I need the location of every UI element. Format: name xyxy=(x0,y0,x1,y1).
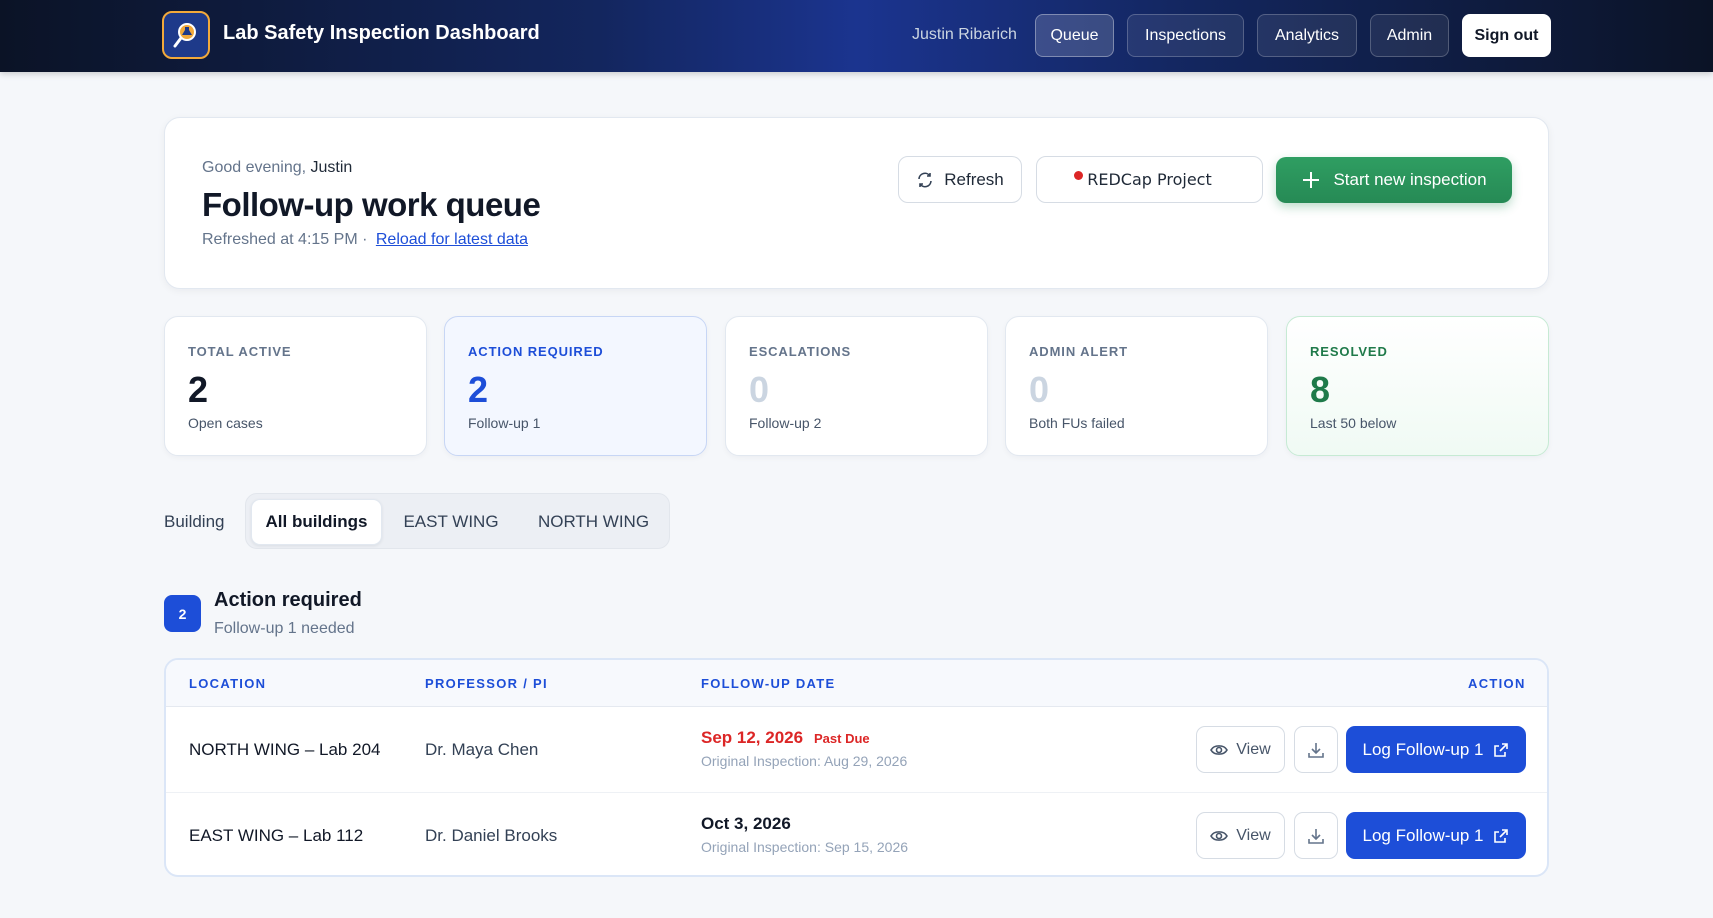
eye-icon xyxy=(1210,744,1229,755)
stat-subtext: Both FUs failed xyxy=(1029,415,1125,431)
table-row: EAST WING – Lab 112 Dr. Daniel Brooks Oc… xyxy=(166,792,1547,875)
filter-north-wing[interactable]: NORTH WING xyxy=(521,499,666,545)
table-row: NORTH WING – Lab 204 Dr. Maya Chen Sep 1… xyxy=(166,707,1547,792)
plus-icon xyxy=(1303,172,1320,188)
column-header-action: ACTION xyxy=(1468,676,1526,691)
redcap-project-button[interactable]: REDCap Project xyxy=(1036,156,1263,203)
nav-queue[interactable]: Queue xyxy=(1035,14,1114,57)
nav-inspections[interactable]: Inspections xyxy=(1127,14,1244,57)
building-filter-label: Building xyxy=(164,512,225,531)
column-header-pi: PROFESSOR / PI xyxy=(425,676,548,691)
refresh-status: Refreshed at 4:15 PM · Reload for latest… xyxy=(202,231,528,249)
top-navigation-bar: Lab Safety Inspection Dashboard Justin R… xyxy=(0,0,1713,72)
stat-escalations[interactable]: ESCALATIONS 0 Follow-up 2 xyxy=(725,316,988,456)
app-title: Lab Safety Inspection Dashboard xyxy=(223,22,540,44)
nav-admin[interactable]: Admin xyxy=(1370,14,1449,57)
view-label: View xyxy=(1236,826,1271,844)
stat-label: ACTION REQUIRED xyxy=(468,344,604,359)
location-cell: NORTH WING – Lab 204 xyxy=(189,740,381,759)
followup-date: Oct 3, 2026 xyxy=(701,814,791,833)
view-button[interactable]: View xyxy=(1196,726,1285,773)
queue-header-card: Good evening, Justin Follow-up work queu… xyxy=(164,117,1549,289)
greeting-prefix: Good evening, xyxy=(202,159,307,176)
log-followup-label: Log Follow-up 1 xyxy=(1362,739,1484,759)
refresh-label: Refresh xyxy=(944,169,1004,189)
stat-label: TOTAL ACTIVE xyxy=(188,344,292,359)
column-header-followup-date: FOLLOW-UP DATE xyxy=(701,676,836,691)
greeting-name: Justin xyxy=(310,159,353,176)
stat-label: ESCALATIONS xyxy=(749,344,852,359)
pi-cell: Dr. Maya Chen xyxy=(425,740,539,759)
flask-magnifier-icon[interactable] xyxy=(162,11,210,59)
start-new-inspection-button[interactable]: Start new inspection xyxy=(1276,157,1512,203)
view-button[interactable]: View xyxy=(1196,812,1285,859)
section-subtitle: Follow-up 1 needed xyxy=(214,620,355,637)
stat-resolved[interactable]: RESOLVED 8 Last 50 below xyxy=(1286,316,1549,456)
stat-subtext: Follow-up 2 xyxy=(749,415,822,431)
refresh-icon xyxy=(918,172,933,187)
building-filter: All buildings EAST WING NORTH WING xyxy=(245,493,670,549)
column-header-location: LOCATION xyxy=(189,676,267,691)
table-header: LOCATION PROFESSOR / PI FOLLOW-UP DATE A… xyxy=(166,660,1547,707)
stat-value: 0 xyxy=(1029,369,1050,410)
filter-all-buildings[interactable]: All buildings xyxy=(251,499,382,545)
action-required-table: LOCATION PROFESSOR / PI FOLLOW-UP DATE A… xyxy=(164,658,1549,877)
original-inspection-date: Original Inspection: Sep 15, 2026 xyxy=(701,839,909,855)
reload-link[interactable]: Reload for latest data xyxy=(376,231,528,248)
section-title: Action required xyxy=(214,589,362,611)
followup-date: Sep 12, 2026 xyxy=(701,728,804,747)
stat-value: 8 xyxy=(1310,369,1331,410)
section-count-badge: 2 xyxy=(164,595,201,632)
refreshed-text: Refreshed at 4:15 PM · xyxy=(202,231,368,248)
start-label: Start new inspection xyxy=(1333,170,1487,189)
stat-value: 2 xyxy=(468,369,489,410)
page-title: Follow-up work queue xyxy=(202,186,541,223)
eye-icon xyxy=(1210,830,1229,841)
stat-label: ADMIN ALERT xyxy=(1029,344,1128,359)
log-followup-button[interactable]: Log Follow-up 1 xyxy=(1346,812,1526,859)
stat-subtext: Open cases xyxy=(188,415,263,431)
external-link-icon xyxy=(1494,742,1509,757)
user-name: Justin Ribarich xyxy=(912,26,1017,43)
past-due-badge: Past Due xyxy=(814,731,870,746)
filter-east-wing[interactable]: EAST WING xyxy=(386,499,516,545)
stat-subtext: Follow-up 1 xyxy=(468,415,541,431)
redcap-logo-dot-icon xyxy=(1074,171,1083,180)
download-button[interactable] xyxy=(1294,812,1338,859)
log-followup-label: Log Follow-up 1 xyxy=(1362,825,1484,845)
external-link-icon xyxy=(1494,828,1509,843)
sign-out-button[interactable]: Sign out xyxy=(1462,14,1551,57)
stat-admin-alert[interactable]: ADMIN ALERT 0 Both FUs failed xyxy=(1005,316,1268,456)
log-followup-button[interactable]: Log Follow-up 1 xyxy=(1346,726,1526,773)
greeting: Good evening, Justin xyxy=(202,159,352,177)
pi-cell: Dr. Daniel Brooks xyxy=(425,826,558,845)
stat-value: 0 xyxy=(749,369,770,410)
view-label: View xyxy=(1236,740,1271,758)
stat-total-active: TOTAL ACTIVE 2 Open cases xyxy=(164,316,427,456)
stat-action-required[interactable]: ACTION REQUIRED 2 Follow-up 1 xyxy=(444,316,707,456)
location-cell: EAST WING – Lab 112 xyxy=(189,826,364,845)
stat-subtext: Last 50 below xyxy=(1310,415,1397,431)
download-button[interactable] xyxy=(1294,726,1338,773)
stat-label: RESOLVED xyxy=(1310,344,1388,359)
stat-value: 2 xyxy=(188,369,209,410)
download-icon xyxy=(1308,742,1324,758)
redcap-label: REDCap Project xyxy=(1087,170,1212,189)
nav-analytics[interactable]: Analytics xyxy=(1257,14,1357,57)
download-icon xyxy=(1308,828,1324,844)
refresh-button[interactable]: Refresh xyxy=(898,156,1022,203)
original-inspection-date: Original Inspection: Aug 29, 2026 xyxy=(701,753,908,769)
